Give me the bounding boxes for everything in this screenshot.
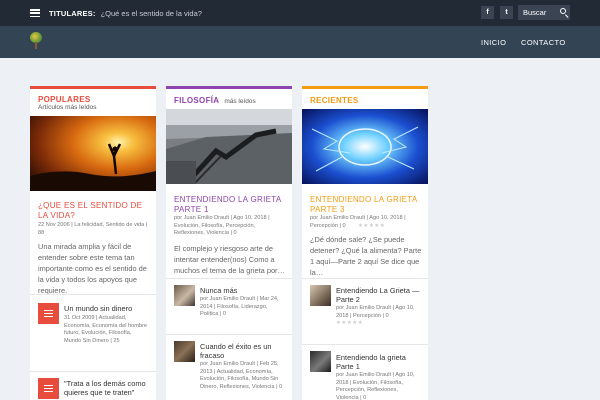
featured-post-title[interactable]: ¿QUE ES EL SENTIDO DE LA VIDA? [38,201,150,221]
rating-stars: ★★★★★ [336,320,364,326]
post-thumbnail[interactable] [174,341,195,362]
post-thumbnail[interactable] [310,285,331,306]
featured-post-excerpt: ¿Dé dónde sale? ¿Se puede detener? ¿Qué … [310,235,422,277]
popular-column: POPULARES Artículos más leídos ¿QUE ES E… [30,86,156,400]
column-title: RECIENTES [310,96,359,105]
post-icon[interactable] [38,303,59,324]
site-header: INICIO CONTACTO [0,26,600,58]
nav-inicio[interactable]: INICIO [481,38,506,47]
twitter-icon[interactable]: t [500,6,513,19]
column-title: FILOSOFÍA [174,96,220,105]
ticker-label: TITULARES: [49,8,96,18]
search-input[interactable]: Buscar [518,5,570,20]
list-item-meta: por Juan Emilio Drault | Mar 24, 2014 | … [200,296,279,317]
list-item-meta: 31 Oct 2009 | Actualidad, Economía, Econ… [64,315,148,344]
ticker-headline-link[interactable]: ¿Qué es el sentido de la vida? [101,9,202,18]
search-icon[interactable] [560,8,566,14]
list-item-title[interactable]: Un mundo sin dinero [64,304,150,313]
featured-post-meta: 22 Nov 2006 | La felicidad, Sentido de v… [38,222,148,236]
featured-image[interactable] [302,109,428,184]
nav-contacto[interactable]: CONTACTO [521,38,566,47]
featured-post-meta: por Juan Emilio Drault | Ago 10, 2018 | … [174,215,270,236]
list-item-meta: por Juan Emilio Drault | Ago 10, 2018 | … [336,305,415,319]
post-icon[interactable] [38,378,59,399]
post-thumbnail[interactable] [174,285,195,306]
list-item-meta: por Juan Emilio Drault | Feb 25, 2013 | … [200,361,283,390]
featured-image[interactable] [30,116,156,191]
rating-stars: ★★★★★ [358,223,386,229]
featured-post-title[interactable]: ENTENDIENDO LA GRIETA PARTE 3 [310,195,422,215]
search-placeholder: Buscar [523,8,547,17]
top-bar: TITULARES: ¿Qué es el sentido de la vida… [0,0,600,26]
menu-icon[interactable] [30,9,40,17]
featured-post-excerpt: Una mirada amplia y fácil de entender so… [38,242,147,295]
featured-image[interactable] [166,109,292,186]
featured-post-excerpt: El complejo y riesgoso arte de intentar … [174,244,285,275]
list-item-title[interactable]: Entendiendo la grieta Parte 1 [336,353,422,371]
list-item-title[interactable]: Nunca más [200,286,286,295]
facebook-icon[interactable]: f [481,6,494,19]
list-item-title[interactable]: "Trata a los demás como quieres que te t… [64,379,150,397]
list-item-meta: por Juan Emilio Drault | Ago 10, 2018 | … [336,372,415,400]
featured-post-title[interactable]: ENTENDIENDO LA GRIETA PARTE 1 [174,195,286,215]
column-subtitle: más leídos [224,98,256,105]
column-title: POPULARES [38,95,91,104]
site-logo[interactable] [30,32,42,50]
philosophy-column: FILOSOFÍA más leídos ENTENDIENDO LA GRIE… [166,86,292,400]
recent-column: RECIENTES ENTENDIENDO LA GRIETA PARTE 3 … [302,86,428,400]
list-item-title[interactable]: Cuando el éxito es un fracaso [200,342,286,360]
column-subtitle: Artículos más leídos [38,104,97,111]
post-thumbnail[interactable] [310,351,331,372]
list-item-title[interactable]: Entendiendo La Grieta — Parte 2 [336,286,422,304]
